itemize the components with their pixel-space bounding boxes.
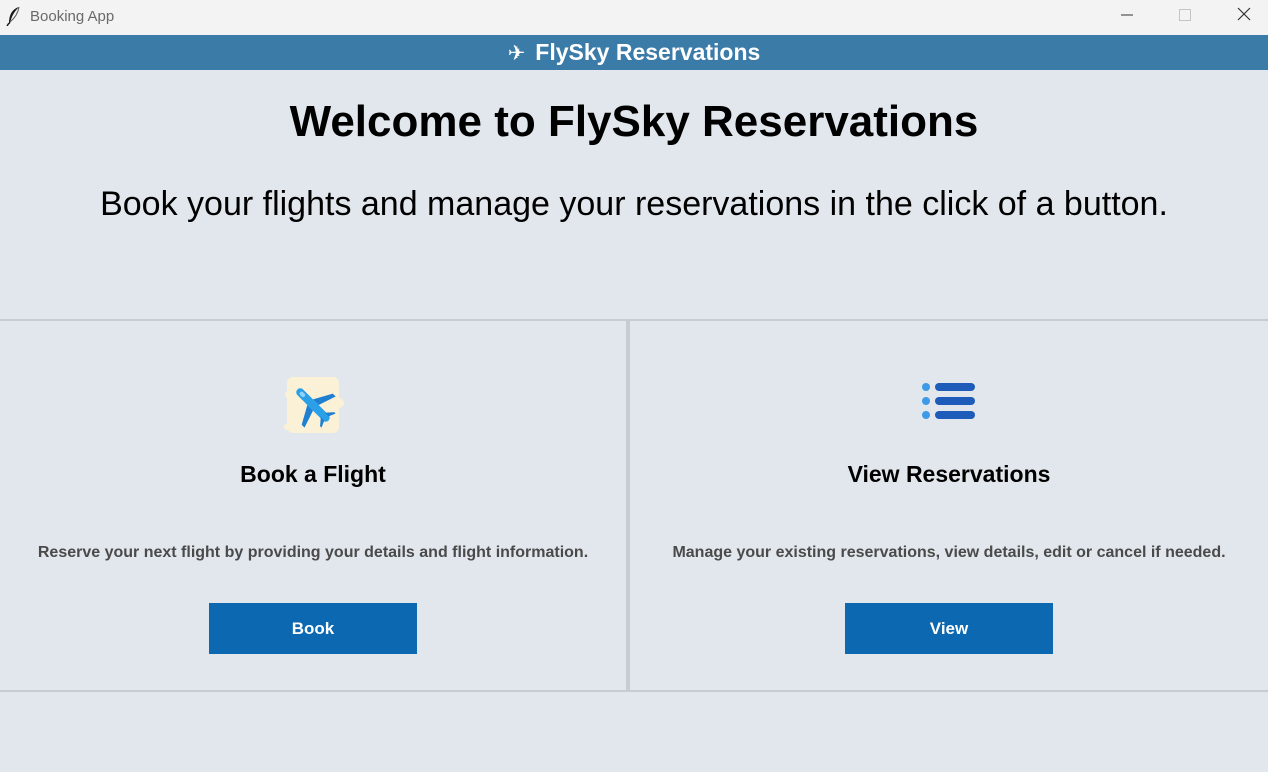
maximize-button[interactable] bbox=[1156, 0, 1214, 33]
airplane-icon: ✈ bbox=[507, 40, 526, 65]
list-icon bbox=[917, 375, 981, 435]
window-title: Booking App bbox=[30, 8, 115, 25]
welcome-title: Welcome to FlySky Reservations bbox=[289, 97, 979, 146]
book-flight-card: Book a Flight Reserve your next flight b… bbox=[0, 321, 626, 690]
card-description: Manage your existing reservations, view … bbox=[672, 544, 1226, 561]
minimize-icon bbox=[1121, 8, 1133, 26]
divider-bottom bbox=[0, 690, 1268, 692]
card-title: Book a Flight bbox=[240, 461, 386, 487]
airplane-icon bbox=[281, 375, 345, 435]
book-button[interactable]: Book bbox=[209, 603, 417, 654]
view-reservations-card: View Reservations Manage your existing r… bbox=[630, 321, 1268, 690]
card-description: Reserve your next flight by providing yo… bbox=[37, 544, 589, 561]
header-title: FlySky Reservations bbox=[535, 39, 761, 65]
view-button[interactable]: View bbox=[845, 603, 1053, 654]
card-title: View Reservations bbox=[847, 461, 1051, 487]
minimize-button[interactable] bbox=[1098, 0, 1156, 33]
window-titlebar: Booking App bbox=[0, 0, 1268, 35]
maximize-icon bbox=[1179, 8, 1191, 26]
welcome-subtitle: Book your flights and manage your reserv… bbox=[100, 185, 1168, 223]
app-header: ✈ FlySky Reservations bbox=[0, 35, 1268, 70]
feather-icon bbox=[6, 6, 22, 27]
close-button[interactable] bbox=[1215, 0, 1268, 33]
close-icon bbox=[1237, 7, 1251, 26]
